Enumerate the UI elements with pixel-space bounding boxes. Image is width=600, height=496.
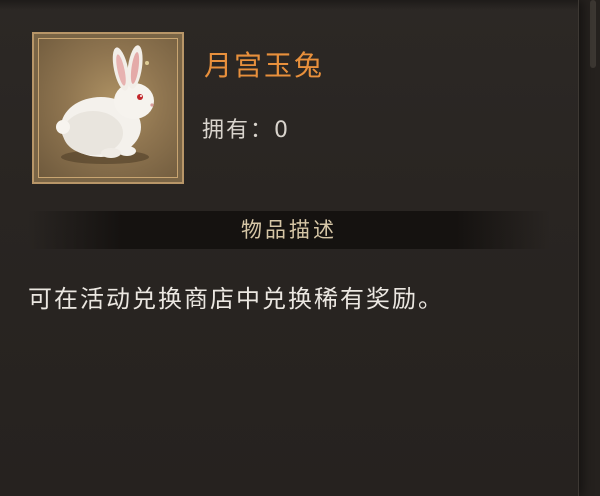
rabbit-icon bbox=[38, 38, 178, 178]
owned-count: 拥有：0 bbox=[202, 118, 290, 143]
item-description: 可在活动兑换商店中兑换稀有奖励。 bbox=[28, 285, 444, 313]
background-scrollbar bbox=[590, 0, 596, 68]
section-header: 物品描述 bbox=[28, 211, 550, 249]
section-title: 物品描述 bbox=[241, 218, 337, 242]
item-tooltip: 月宫玉兔 拥有：0 物品描述 可在活动兑换商店中兑换稀有奖励。 bbox=[0, 0, 579, 496]
item-name: 月宫玉兔 bbox=[204, 49, 325, 82]
game-screen: ● bbox=[0, 0, 600, 496]
item-icon-frame bbox=[32, 32, 184, 184]
